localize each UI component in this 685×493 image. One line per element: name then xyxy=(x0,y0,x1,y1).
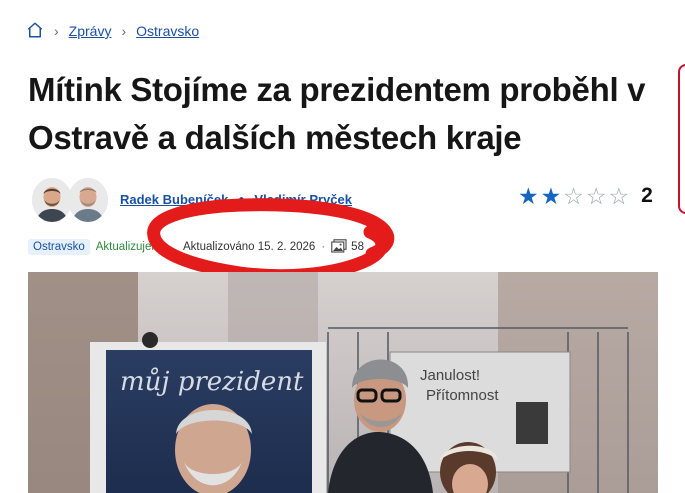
breadcrumb: › Zprávy › Ostravsko xyxy=(26,20,199,42)
author-avatars xyxy=(32,178,112,222)
updated-date: Aktualizováno 15. 2. 2026 xyxy=(182,241,316,253)
photo-count-value: 58 xyxy=(351,241,364,253)
avatar[interactable] xyxy=(68,178,108,222)
star-empty-icon[interactable]: ☆ xyxy=(563,184,584,208)
hero-photo[interactable]: Janulost! Přítomnost můj prezident xyxy=(28,272,658,493)
separator-dot: ● xyxy=(238,194,245,205)
star-filled-icon[interactable]: ★ xyxy=(518,184,539,208)
meta-separator: · xyxy=(321,241,326,253)
gallery-icon xyxy=(331,238,347,256)
author-link[interactable]: Radek Bubeníček xyxy=(120,192,228,207)
breadcrumb-link-zpravy[interactable]: Zprávy xyxy=(69,23,112,39)
star-filled-icon[interactable]: ★ xyxy=(541,184,562,208)
chevron-right-icon: › xyxy=(121,23,127,39)
rating-count: 2 xyxy=(641,184,653,207)
article-rating[interactable]: ★ ★ ☆ ☆ ☆ 2 xyxy=(518,184,653,208)
avatar[interactable] xyxy=(32,178,72,222)
star-empty-icon[interactable]: ☆ xyxy=(609,184,630,208)
poster-text: můj prezident xyxy=(120,367,304,397)
region-tag[interactable]: Ostravsko xyxy=(28,239,90,255)
article-title: Mítink Stojíme za prezidentem proběhl v … xyxy=(28,71,646,156)
home-icon[interactable] xyxy=(26,21,44,42)
author-list: Radek Bubeníček ● Vladimír Pryček xyxy=(120,192,352,207)
star-empty-icon[interactable]: ☆ xyxy=(586,184,607,208)
board-text-2: Přítomnost xyxy=(426,387,499,404)
board-text-1: Janulost! xyxy=(420,367,480,384)
side-panel-edge xyxy=(678,64,685,214)
article-meta: Ostravsko Aktualizujem Aktualizováno 15.… xyxy=(28,237,364,257)
authors-row: Radek Bubeníček ● Vladimír Pryček ★ ★ ☆ … xyxy=(30,178,660,224)
author-link[interactable]: Vladimír Pryček xyxy=(254,192,352,207)
chevron-right-icon: › xyxy=(54,23,59,39)
updated-badge: Aktualizujem xyxy=(95,241,161,253)
photo-count[interactable]: 58 xyxy=(331,238,364,256)
breadcrumb-link-ostravsko[interactable]: Ostravsko xyxy=(136,23,199,39)
